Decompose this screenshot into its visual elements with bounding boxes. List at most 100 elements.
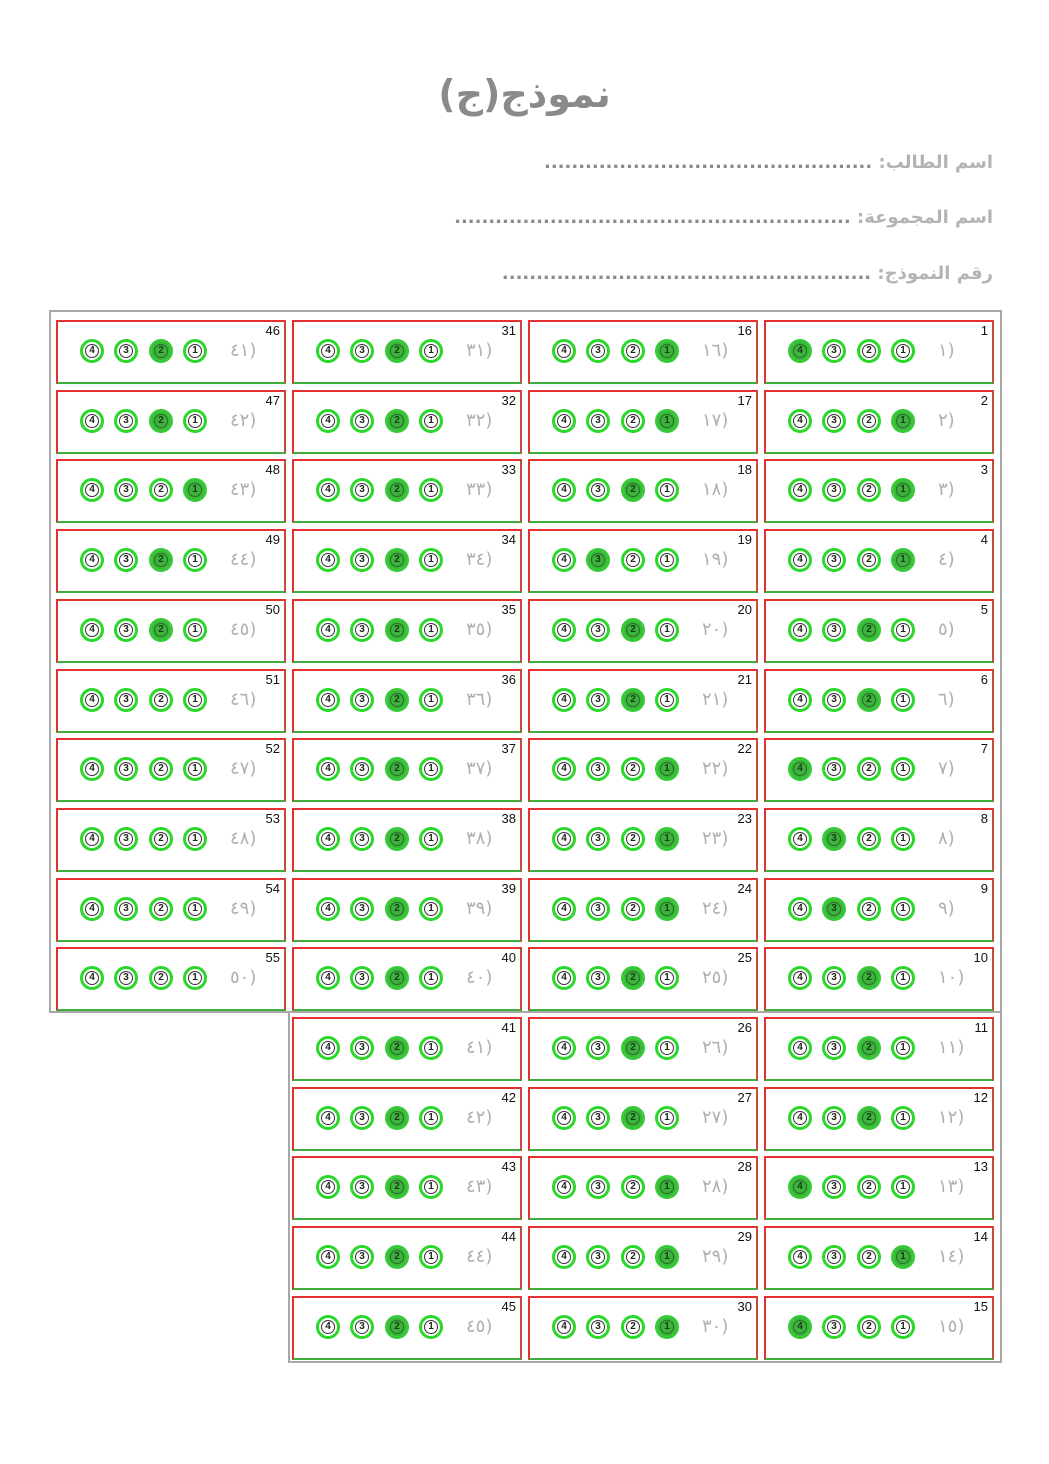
answer-bubble-3[interactable]: 3 xyxy=(350,966,374,990)
answer-bubble-4[interactable]: 4 xyxy=(552,1315,576,1339)
answer-bubble-4[interactable]: 4 xyxy=(316,757,340,781)
answer-bubble-4[interactable]: 4 xyxy=(788,757,812,781)
answer-bubble-4[interactable]: 4 xyxy=(316,966,340,990)
answer-bubble-3[interactable]: 3 xyxy=(822,1315,846,1339)
answer-bubble-3[interactable]: 3 xyxy=(822,897,846,921)
answer-bubble-4[interactable]: 4 xyxy=(80,966,104,990)
answer-bubble-4[interactable]: 4 xyxy=(552,478,576,502)
answer-bubble-3[interactable]: 3 xyxy=(586,1175,610,1199)
answer-bubble-2[interactable]: 2 xyxy=(857,827,881,851)
answer-bubble-3[interactable]: 3 xyxy=(586,618,610,642)
answer-bubble-2[interactable]: 2 xyxy=(857,1036,881,1060)
answer-bubble-1[interactable]: 1 xyxy=(419,1245,443,1269)
answer-bubble-4[interactable]: 4 xyxy=(80,827,104,851)
answer-bubble-3[interactable]: 3 xyxy=(586,478,610,502)
answer-bubble-3[interactable]: 3 xyxy=(350,1315,374,1339)
answer-bubble-1[interactable]: 1 xyxy=(419,897,443,921)
answer-bubble-2[interactable]: 2 xyxy=(857,548,881,572)
answer-bubble-4[interactable]: 4 xyxy=(552,966,576,990)
answer-bubble-4[interactable]: 4 xyxy=(788,827,812,851)
answer-bubble-2[interactable]: 2 xyxy=(385,618,409,642)
answer-bubble-3[interactable]: 3 xyxy=(350,688,374,712)
answer-bubble-1[interactable]: 1 xyxy=(891,757,915,781)
answer-bubble-4[interactable]: 4 xyxy=(552,1175,576,1199)
answer-bubble-4[interactable]: 4 xyxy=(80,339,104,363)
answer-bubble-3[interactable]: 3 xyxy=(822,688,846,712)
answer-bubble-4[interactable]: 4 xyxy=(316,1245,340,1269)
answer-bubble-3[interactable]: 3 xyxy=(822,548,846,572)
answer-bubble-4[interactable]: 4 xyxy=(788,548,812,572)
answer-bubble-1[interactable]: 1 xyxy=(419,1175,443,1199)
answer-bubble-3[interactable]: 3 xyxy=(114,757,138,781)
answer-bubble-4[interactable]: 4 xyxy=(552,1036,576,1060)
answer-bubble-3[interactable]: 3 xyxy=(586,1106,610,1130)
answer-bubble-3[interactable]: 3 xyxy=(114,339,138,363)
answer-bubble-1[interactable]: 1 xyxy=(419,548,443,572)
answer-bubble-1[interactable]: 1 xyxy=(655,478,679,502)
answer-bubble-1[interactable]: 1 xyxy=(419,1036,443,1060)
answer-bubble-2[interactable]: 2 xyxy=(385,1106,409,1130)
answer-bubble-2[interactable]: 2 xyxy=(621,966,645,990)
answer-bubble-4[interactable]: 4 xyxy=(80,548,104,572)
answer-bubble-3[interactable]: 3 xyxy=(114,688,138,712)
answer-bubble-3[interactable]: 3 xyxy=(350,827,374,851)
answer-bubble-1[interactable]: 1 xyxy=(419,688,443,712)
answer-bubble-4[interactable]: 4 xyxy=(80,897,104,921)
answer-bubble-4[interactable]: 4 xyxy=(788,1036,812,1060)
answer-bubble-2[interactable]: 2 xyxy=(385,688,409,712)
answer-bubble-1[interactable]: 1 xyxy=(655,409,679,433)
answer-bubble-3[interactable]: 3 xyxy=(350,897,374,921)
answer-bubble-1[interactable]: 1 xyxy=(655,897,679,921)
answer-bubble-2[interactable]: 2 xyxy=(621,1245,645,1269)
answer-bubble-2[interactable]: 2 xyxy=(857,1245,881,1269)
answer-bubble-1[interactable]: 1 xyxy=(891,1245,915,1269)
answer-bubble-2[interactable]: 2 xyxy=(621,1036,645,1060)
answer-bubble-2[interactable]: 2 xyxy=(857,757,881,781)
answer-bubble-2[interactable]: 2 xyxy=(149,966,173,990)
answer-bubble-4[interactable]: 4 xyxy=(316,339,340,363)
answer-bubble-2[interactable]: 2 xyxy=(149,618,173,642)
answer-bubble-2[interactable]: 2 xyxy=(385,1245,409,1269)
answer-bubble-2[interactable]: 2 xyxy=(385,827,409,851)
answer-bubble-3[interactable]: 3 xyxy=(586,1315,610,1339)
answer-bubble-3[interactable]: 3 xyxy=(114,897,138,921)
answer-bubble-2[interactable]: 2 xyxy=(621,339,645,363)
answer-bubble-3[interactable]: 3 xyxy=(114,827,138,851)
answer-bubble-3[interactable]: 3 xyxy=(586,1245,610,1269)
answer-bubble-3[interactable]: 3 xyxy=(822,1175,846,1199)
answer-bubble-1[interactable]: 1 xyxy=(655,827,679,851)
answer-bubble-4[interactable]: 4 xyxy=(552,688,576,712)
answer-bubble-3[interactable]: 3 xyxy=(586,688,610,712)
answer-bubble-4[interactable]: 4 xyxy=(316,478,340,502)
answer-bubble-4[interactable]: 4 xyxy=(552,1106,576,1130)
answer-bubble-1[interactable]: 1 xyxy=(183,897,207,921)
answer-bubble-3[interactable]: 3 xyxy=(350,1106,374,1130)
answer-bubble-3[interactable]: 3 xyxy=(822,339,846,363)
answer-bubble-1[interactable]: 1 xyxy=(891,1315,915,1339)
answer-bubble-4[interactable]: 4 xyxy=(80,618,104,642)
answer-bubble-2[interactable]: 2 xyxy=(621,1175,645,1199)
answer-bubble-2[interactable]: 2 xyxy=(857,1106,881,1130)
answer-bubble-1[interactable]: 1 xyxy=(419,618,443,642)
answer-bubble-3[interactable]: 3 xyxy=(350,618,374,642)
answer-bubble-2[interactable]: 2 xyxy=(385,409,409,433)
answer-bubble-2[interactable]: 2 xyxy=(385,339,409,363)
answer-bubble-1[interactable]: 1 xyxy=(183,478,207,502)
answer-bubble-3[interactable]: 3 xyxy=(350,409,374,433)
answer-bubble-1[interactable]: 1 xyxy=(655,548,679,572)
answer-bubble-1[interactable]: 1 xyxy=(183,409,207,433)
answer-bubble-1[interactable]: 1 xyxy=(183,827,207,851)
answer-bubble-4[interactable]: 4 xyxy=(788,1175,812,1199)
answer-bubble-2[interactable]: 2 xyxy=(385,757,409,781)
answer-bubble-2[interactable]: 2 xyxy=(621,409,645,433)
answer-bubble-2[interactable]: 2 xyxy=(149,827,173,851)
answer-bubble-4[interactable]: 4 xyxy=(552,618,576,642)
answer-bubble-4[interactable]: 4 xyxy=(80,478,104,502)
answer-bubble-2[interactable]: 2 xyxy=(385,1315,409,1339)
answer-bubble-1[interactable]: 1 xyxy=(655,1036,679,1060)
answer-bubble-1[interactable]: 1 xyxy=(891,827,915,851)
answer-bubble-2[interactable]: 2 xyxy=(857,966,881,990)
answer-bubble-3[interactable]: 3 xyxy=(586,966,610,990)
answer-bubble-3[interactable]: 3 xyxy=(350,1245,374,1269)
answer-bubble-1[interactable]: 1 xyxy=(419,757,443,781)
